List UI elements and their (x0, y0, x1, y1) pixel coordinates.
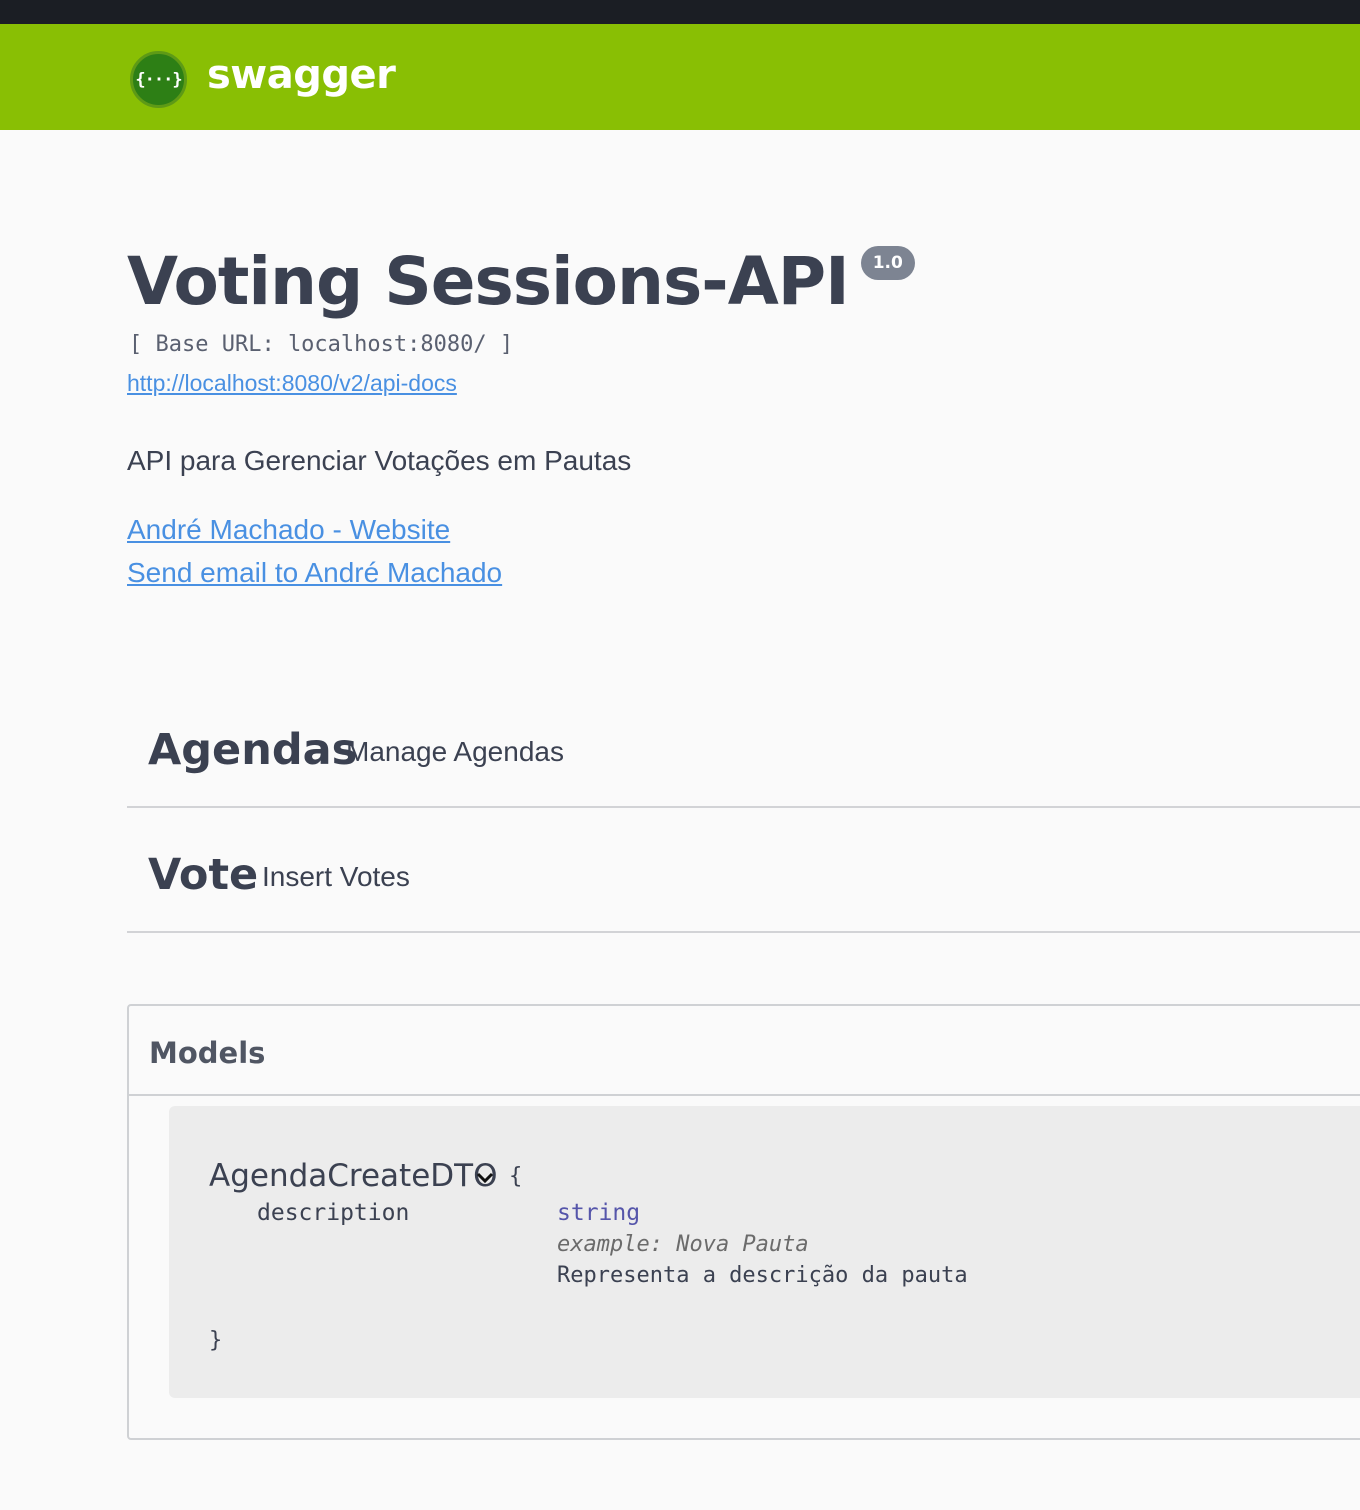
model-brace-open: { (509, 1164, 523, 1189)
swagger-logo-text[interactable]: swagger (207, 52, 396, 98)
tag-description: Insert Votes (262, 861, 410, 892)
base-url: [ Base URL: localhost:8080/ ] (129, 332, 514, 357)
swagger-logo-icon[interactable]: {···} (130, 51, 187, 108)
tag-section-agendas[interactable]: Agendas Manage Agendas (127, 683, 1360, 808)
api-description: API para Gerenciar Votações em Pautas (127, 445, 632, 476)
tag-section-vote[interactable]: Vote Insert Votes (127, 808, 1360, 933)
model-agenda-create-dto: AgendaCreateDTO { description string exa… (169, 1106, 1360, 1398)
property-example: example: Nova Pauta (557, 1232, 809, 1257)
browser-top-strip (0, 0, 1360, 24)
chevron-down-icon[interactable] (474, 1166, 496, 1188)
property-type: string (557, 1200, 641, 1226)
models-section: Models AgendaCreateDTO { description str… (127, 1004, 1360, 1440)
version-badge: 1.0 (860, 246, 915, 280)
models-header[interactable]: Models (129, 1006, 1360, 1096)
models-title: Models (149, 1036, 266, 1070)
contact-email-link[interactable]: Send email to André Machado (127, 557, 502, 589)
contact-website-link[interactable]: André Machado - Website (127, 514, 450, 546)
api-title: Voting Sessions-API (127, 243, 850, 320)
model-brace-close: } (209, 1328, 223, 1353)
model-name[interactable]: AgendaCreateDTO (209, 1158, 498, 1194)
tag-description: Manage Agendas (346, 736, 564, 767)
swagger-logo-glyph: {···} (135, 69, 182, 90)
swagger-topbar: {···} swagger (0, 24, 1360, 130)
property-name: description (257, 1200, 410, 1226)
tag-name[interactable]: Vote (148, 850, 258, 900)
property-description: Representa a descrição da pauta (557, 1263, 968, 1288)
title-row: Voting Sessions-API 1.0 (127, 240, 1327, 324)
api-info: Voting Sessions-API 1.0 [ Base URL: loca… (127, 240, 1327, 588)
api-docs-link[interactable]: http://localhost:8080/v2/api-docs (127, 370, 457, 397)
tag-name[interactable]: Agendas (148, 725, 357, 775)
